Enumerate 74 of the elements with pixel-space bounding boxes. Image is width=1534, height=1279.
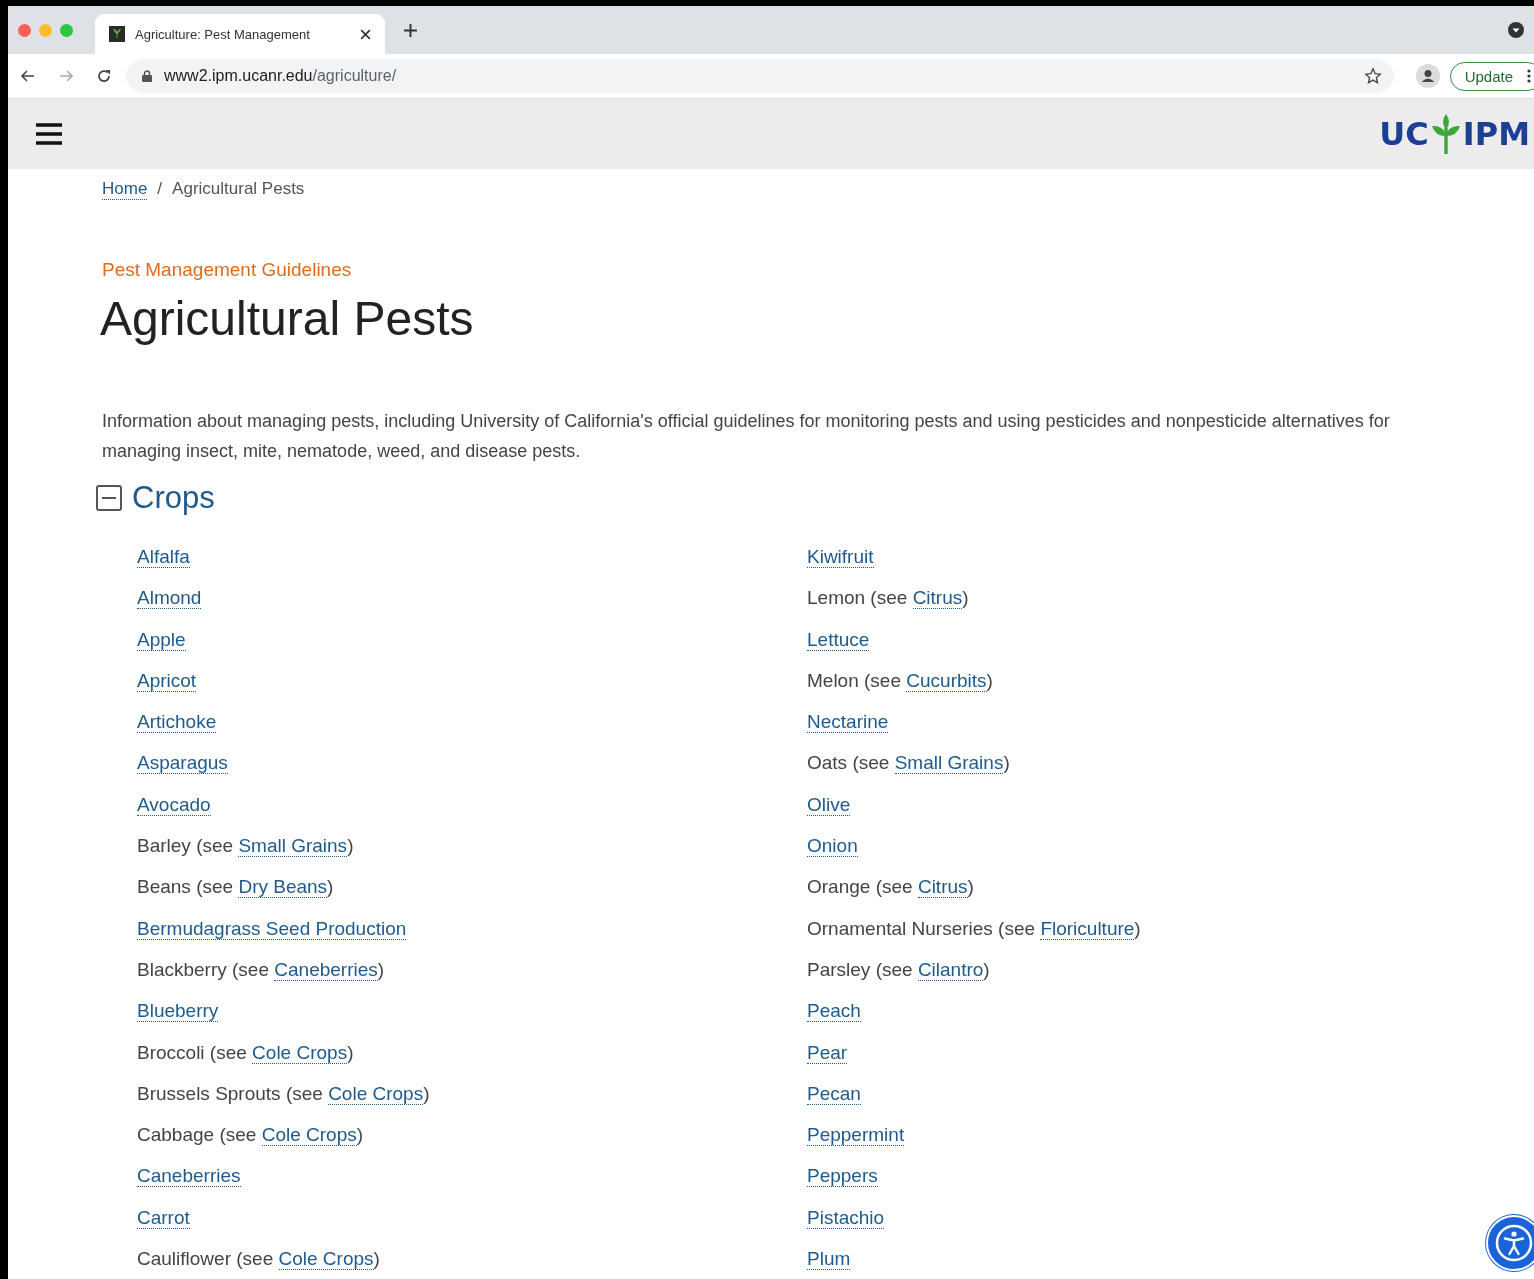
- reload-icon[interactable]: [96, 68, 112, 84]
- address-bar[interactable]: www2.ipm.ucanr.edu/agriculture/: [126, 59, 1394, 93]
- menu-icon[interactable]: [36, 123, 62, 145]
- crop-link[interactable]: Bermudagrass Seed Production: [137, 917, 407, 940]
- crop-link[interactable]: Almond: [137, 587, 202, 610]
- crop-link[interactable]: Pecan: [807, 1082, 861, 1105]
- crop-link[interactable]: Caneberries: [137, 1165, 241, 1188]
- crop-reference: Barley (see Small Grains): [137, 835, 354, 858]
- crop-reference: Broccoli (see Cole Crops): [137, 1041, 354, 1064]
- crop-link[interactable]: Citrus: [912, 587, 963, 610]
- crop-link[interactable]: Peach: [807, 1000, 861, 1023]
- breadcrumb-current: Agricultural Pests: [172, 179, 305, 199]
- intro-paragraph: Information about managing pests, including University of California's official guidelines for monitoring pests and using pesticides and nonpesticide alternatives for managing insect, mite, nematode, weed, and disease pests.: [102, 410, 1391, 463]
- site-icon: [109, 26, 125, 42]
- crop-link[interactable]: Nectarine: [807, 711, 889, 734]
- crop-reference: Brussels Sprouts (see Cole Crops): [137, 1082, 430, 1105]
- site-logo[interactable]: UC IPM: [1379, 114, 1530, 154]
- crop-link[interactable]: Pistachio: [807, 1206, 885, 1229]
- crop-reference: Ornamental Nurseries (see Floriculture): [807, 917, 1141, 940]
- collapse-icon[interactable]: [96, 485, 122, 511]
- section-heading[interactable]: Crops: [132, 480, 215, 516]
- crop-link[interactable]: Alfalfa: [137, 546, 190, 568]
- crop-link[interactable]: Onion: [807, 835, 858, 858]
- crop-link[interactable]: Asparagus: [137, 752, 228, 775]
- crop-link[interactable]: Cole Crops: [278, 1248, 374, 1271]
- new-tab-icon[interactable]: [403, 22, 418, 38]
- crop-link[interactable]: Apricot: [137, 669, 197, 692]
- profile-icon[interactable]: [1415, 64, 1440, 88]
- crop-link[interactable]: Plum: [807, 1248, 851, 1271]
- crop-reference: Cauliflower (see Cole Crops): [137, 1248, 380, 1271]
- breadcrumb-link[interactable]: Home: [102, 178, 148, 200]
- crop-reference: Melon (see Cucurbits): [807, 669, 993, 692]
- crop-link[interactable]: Kiwifruit: [807, 546, 874, 568]
- more-icon[interactable]: [1527, 68, 1531, 84]
- crop-reference: Orange (see Citrus): [807, 876, 974, 899]
- crop-reference: Blackberry (see Caneberries): [137, 958, 385, 981]
- tab-search-icon[interactable]: [1508, 22, 1524, 38]
- crop-link[interactable]: Floriculture: [1040, 917, 1135, 940]
- crop-link[interactable]: Avocado: [137, 793, 211, 816]
- close-icon[interactable]: [360, 28, 371, 40]
- crop-link[interactable]: Blueberry: [137, 1000, 219, 1023]
- crop-link[interactable]: Lettuce: [807, 628, 870, 651]
- crop-link[interactable]: Artichoke: [137, 711, 217, 734]
- crop-reference: Oats (see Small Grains): [807, 752, 1010, 775]
- crop-link[interactable]: Peppers: [807, 1165, 878, 1188]
- sprout-icon: [1430, 114, 1461, 154]
- breadcrumb-separator: /: [157, 179, 163, 199]
- crop-link[interactable]: Small Grains: [238, 835, 348, 858]
- accessibility-button[interactable]: [1486, 1215, 1534, 1271]
- crop-link[interactable]: Cole Crops: [252, 1041, 348, 1064]
- crop-link[interactable]: Cucurbits: [906, 669, 987, 692]
- section-label: Pest Management Guidelines: [102, 259, 353, 281]
- crop-reference: Parsley (see Cilantro): [807, 958, 990, 981]
- star-icon[interactable]: [1363, 67, 1382, 85]
- crop-link[interactable]: Peppermint: [807, 1124, 905, 1147]
- crop-link[interactable]: Cole Crops: [261, 1124, 357, 1147]
- crop-link[interactable]: Citrus: [917, 876, 968, 899]
- crop-reference: Cabbage (see Cole Crops): [137, 1124, 364, 1147]
- lock-icon: [142, 70, 152, 82]
- crop-link[interactable]: Dry Beans: [238, 876, 328, 899]
- crop-link[interactable]: Small Grains: [894, 752, 1004, 775]
- crop-link[interactable]: Cilantro: [917, 958, 984, 981]
- back-icon[interactable]: [20, 68, 36, 84]
- crop-reference: Beans (see Dry Beans): [137, 876, 334, 899]
- crop-link[interactable]: Apple: [137, 628, 186, 651]
- crop-link[interactable]: Olive: [807, 793, 851, 816]
- crop-link[interactable]: Carrot: [137, 1206, 190, 1229]
- crop-reference: Lemon (see Citrus): [807, 587, 969, 610]
- page-title: Agricultural Pests: [100, 291, 475, 346]
- browser-tab[interactable]: Agriculture: Pest Management: [95, 14, 385, 54]
- crop-link[interactable]: Caneberries: [274, 958, 378, 981]
- crop-link[interactable]: Cole Crops: [328, 1082, 424, 1105]
- update-button[interactable]: Update: [1449, 61, 1534, 91]
- crop-link[interactable]: Pear: [807, 1041, 848, 1064]
